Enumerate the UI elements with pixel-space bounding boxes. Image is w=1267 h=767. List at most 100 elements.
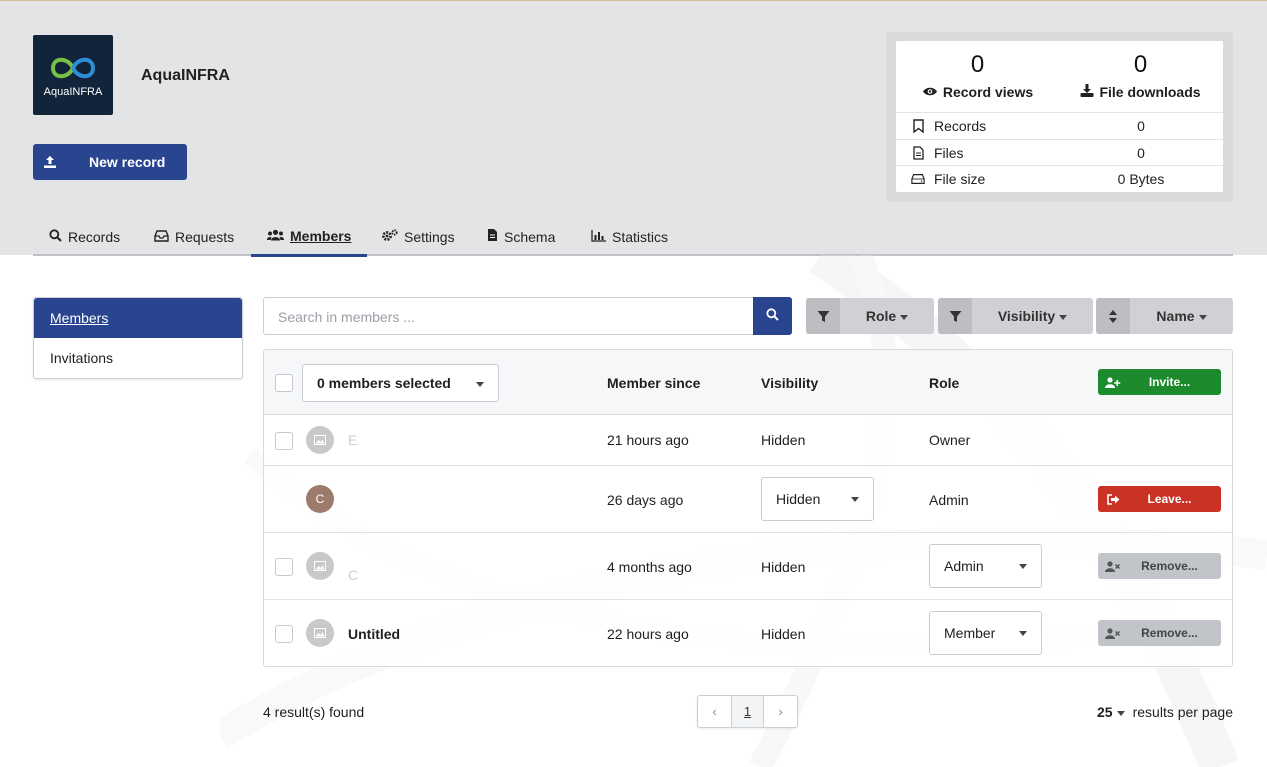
record-views-label: Record views xyxy=(942,84,1034,100)
caret-down-icon xyxy=(1019,631,1027,636)
search-icon xyxy=(49,228,62,245)
pagination: ‹ 1 › xyxy=(697,695,798,728)
role-dropdown[interactable]: Member xyxy=(929,611,1042,655)
member-name: E xyxy=(348,432,358,448)
sort-dropdown[interactable]: Name xyxy=(1096,298,1233,334)
member-since: 26 days ago xyxy=(607,492,684,508)
bookmark-icon xyxy=(911,118,925,133)
stat-label: File size xyxy=(934,170,986,187)
file-icon xyxy=(911,145,925,160)
visibility-filter-dropdown[interactable]: Visibility xyxy=(938,298,1093,334)
avatar: C xyxy=(306,485,334,513)
table-header: 0 members selected Member since Visibili… xyxy=(264,350,1232,415)
remove-button[interactable]: Remove... xyxy=(1098,620,1221,646)
member-name: Untitled xyxy=(348,626,401,642)
avatar-placeholder-icon xyxy=(306,619,334,647)
caret-down-icon xyxy=(1019,564,1027,569)
stat-value: 0 xyxy=(1137,144,1145,161)
user-plus-icon xyxy=(1098,376,1128,388)
tab-schema[interactable]: Schema xyxy=(471,217,571,256)
logo-text: AquaINFRA xyxy=(43,86,103,98)
leave-label: Leave... xyxy=(1147,492,1192,506)
hdd-icon xyxy=(911,173,925,185)
role-value: Admin xyxy=(944,558,984,574)
sidenav-item-members[interactable]: Members xyxy=(34,298,242,338)
sort-icon xyxy=(1096,298,1130,334)
tab-label: Records xyxy=(68,228,121,245)
new-record-button[interactable]: New record xyxy=(33,144,187,180)
member-since: 4 months ago xyxy=(607,559,692,575)
avatar-placeholder-icon xyxy=(306,426,334,454)
page-1-button[interactable]: 1 xyxy=(731,696,764,727)
members-search: Search in members ... xyxy=(263,297,792,335)
stats-card: 0 Record views 0 File downloads Records … xyxy=(896,41,1223,192)
next-page-button[interactable]: › xyxy=(764,696,797,727)
tab-members[interactable]: Members xyxy=(251,217,368,257)
file-downloads-label: File downloads xyxy=(1099,84,1201,100)
invite-label: Invite... xyxy=(1148,375,1191,389)
per-page-dropdown[interactable]: 25 xyxy=(1097,704,1125,720)
cogs-icon xyxy=(381,228,398,245)
visibility-dropdown[interactable]: Hidden xyxy=(761,477,874,521)
results-count: 4 result(s) found xyxy=(263,704,365,720)
member-role: Owner xyxy=(929,432,971,448)
leave-button[interactable]: Leave... xyxy=(1098,486,1221,512)
results-per-page: 25 results per page xyxy=(1097,704,1233,720)
header-visibility: Visibility xyxy=(761,375,819,391)
caret-down-icon xyxy=(851,497,859,502)
eye-icon xyxy=(922,84,938,100)
remove-label: Remove... xyxy=(1141,626,1198,640)
filter-icon xyxy=(938,298,972,334)
record-views-count: 0 xyxy=(970,51,985,78)
member-since: 22 hours ago xyxy=(607,626,689,642)
member-visibility: Hidden xyxy=(761,559,806,575)
table-row: C 4 months ago Hidden Admin Remove... xyxy=(264,533,1232,600)
stat-value: 0 xyxy=(1137,117,1145,134)
bulk-selection-dropdown[interactable]: 0 members selected xyxy=(302,364,499,402)
per-page-label: results per page xyxy=(1132,704,1233,720)
sort-label: Name xyxy=(1156,308,1195,324)
selected-count-label: 0 members selected xyxy=(317,375,451,391)
remove-button[interactable]: Remove... xyxy=(1098,553,1221,579)
member-since: 21 hours ago xyxy=(607,432,689,448)
select-all-checkbox[interactable] xyxy=(275,374,293,392)
tab-statistics[interactable]: Statistics xyxy=(575,217,684,256)
search-button[interactable] xyxy=(753,297,792,335)
member-visibility: Hidden xyxy=(761,432,806,448)
member-name: C xyxy=(348,567,359,583)
tab-label: Statistics xyxy=(612,228,669,245)
stats-panel: 0 Record views 0 File downloads Records … xyxy=(886,32,1233,202)
role-dropdown[interactable]: Admin xyxy=(929,544,1042,588)
row-checkbox[interactable] xyxy=(275,558,293,576)
tab-label: Requests xyxy=(175,228,235,245)
download-icon xyxy=(1080,84,1094,100)
users-icon xyxy=(267,228,284,244)
tab-requests[interactable]: Requests xyxy=(138,217,250,256)
tab-settings[interactable]: Settings xyxy=(365,217,471,256)
member-visibility: Hidden xyxy=(761,626,806,642)
tab-records[interactable]: Records xyxy=(33,217,136,256)
community-tabs: Records Requests Members Settings Schema… xyxy=(33,217,1233,257)
upload-icon xyxy=(33,155,67,169)
stat-row-records: Records 0 xyxy=(896,112,1223,138)
header-role: Role xyxy=(929,375,960,391)
table-row: E 21 hours ago Hidden Owner xyxy=(264,415,1232,466)
caret-down-icon xyxy=(900,314,909,320)
stat-value: 0 Bytes xyxy=(1117,170,1165,187)
prev-page-button[interactable]: ‹ xyxy=(698,696,731,727)
search-input[interactable]: Search in members ... xyxy=(278,309,415,325)
row-checkbox[interactable] xyxy=(275,625,293,643)
table-row: C 26 days ago Hidden Admin Leave... xyxy=(264,466,1232,533)
member-role: Admin xyxy=(929,492,969,508)
header-member-since: Member since xyxy=(607,375,701,391)
per-page-value: 25 xyxy=(1097,704,1113,720)
avatar-placeholder-icon xyxy=(306,552,334,580)
invite-button[interactable]: Invite... xyxy=(1098,369,1221,395)
role-filter-dropdown[interactable]: Role xyxy=(806,298,934,334)
stat-row-files: Files 0 xyxy=(896,139,1223,165)
stat-label: Records xyxy=(934,117,987,134)
sidenav-item-invitations[interactable]: Invitations xyxy=(34,338,242,378)
stat-label: Files xyxy=(934,144,964,161)
sign-out-icon xyxy=(1098,493,1128,505)
row-checkbox[interactable] xyxy=(275,432,293,450)
